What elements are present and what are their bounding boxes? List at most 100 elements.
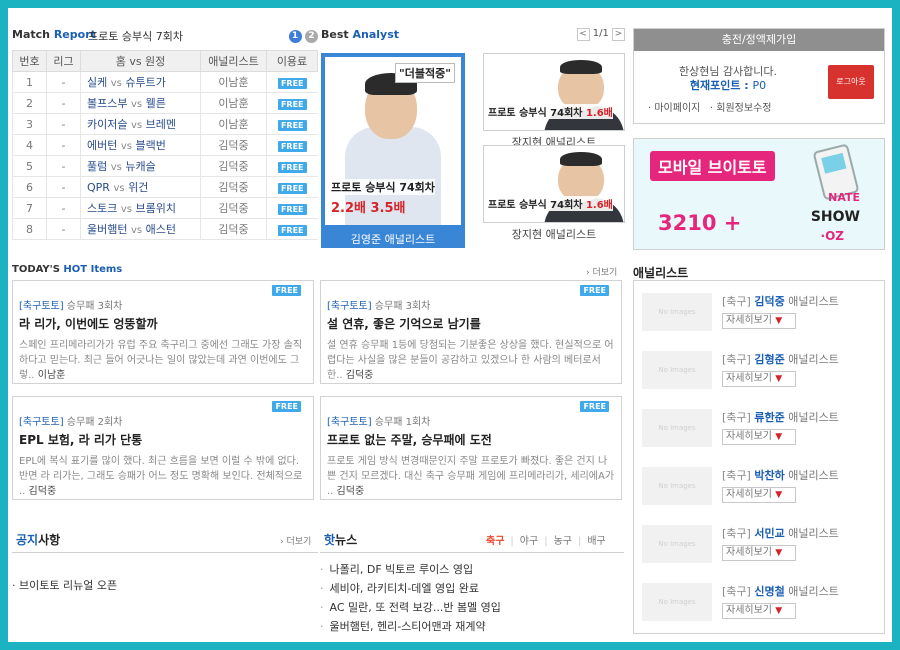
match-row[interactable]: 1- 실케 vs 슈투트가 이남훈 FREE xyxy=(12,71,318,93)
analyst-list-item: No Images [축구] 김덕중 애널리스트 자세히보기 ▼ xyxy=(642,287,884,345)
match-row[interactable]: 6- QPR vs 위건 김덕중 FREE xyxy=(12,176,318,198)
next-button[interactable]: > xyxy=(612,28,625,41)
logout-button[interactable]: 로그아웃 xyxy=(828,65,874,99)
match-report-subtitle: 프로토 승부식 7회차 xyxy=(88,30,183,43)
details-dropdown[interactable]: 자세히보기 ▼ xyxy=(722,429,796,445)
match-row[interactable]: 8- 울버햄턴 vs 애스턴 김덕중 FREE xyxy=(12,218,318,240)
match-report-title: Match Report xyxy=(12,28,96,41)
row-league: - xyxy=(46,176,81,198)
banner-brand-show: SHOW xyxy=(810,209,860,225)
row-match[interactable]: 실케 vs 슈투트가 xyxy=(80,71,201,93)
details-dropdown[interactable]: 자세히보기 ▼ xyxy=(722,313,796,329)
card-headline[interactable]: 프로토 없는 주말, 승무패에 도전 xyxy=(327,431,615,448)
match-row[interactable]: 3- 카이저슬 vs 브레멘 이남훈 FREE xyxy=(12,113,318,135)
analyst-name-link[interactable]: 박찬하 xyxy=(754,469,784,482)
news-item[interactable]: 나폴리, DF 빅토르 루이스 영입 xyxy=(320,561,501,580)
chevron-down-icon: ▼ xyxy=(775,374,783,384)
row-match[interactable]: 울버햄턴 vs 애스턴 xyxy=(80,218,201,240)
analyst-name-link[interactable]: 김형준 xyxy=(754,353,784,366)
row-number: 8 xyxy=(12,218,47,240)
row-match[interactable]: 풀럼 vs 뉴캐슬 xyxy=(80,155,201,177)
col-league: 리그 xyxy=(46,50,81,72)
details-dropdown[interactable]: 자세히보기 ▼ xyxy=(722,545,796,561)
row-match[interactable]: 볼프스부 vs 웰른 xyxy=(80,92,201,114)
details-dropdown[interactable]: 자세히보기 ▼ xyxy=(722,371,796,387)
analyst-line: [축구] 서민교 애널리스트 xyxy=(722,527,839,540)
analyst-name-link[interactable]: 김덕중 xyxy=(754,295,784,308)
analyst-line: [축구] 신명철 애널리스트 xyxy=(722,585,839,598)
col-fee: 이용료 xyxy=(266,50,318,72)
tab-volleyball[interactable]: 배구 xyxy=(587,536,605,547)
featured-odds: 2.2배 3.5배 xyxy=(331,201,406,216)
hot-item-card[interactable]: FREE [축구토토] 승무패 3회차 설 연휴, 좋은 기억으로 남기를 설 연휴 … xyxy=(320,280,622,384)
analyst-name: 장지현 애널리스트 xyxy=(511,228,597,241)
charge-subscribe-bar[interactable]: 충전/정액제가입 xyxy=(634,29,884,51)
card-headline[interactable]: EPL 보험, 라 리가 단통 xyxy=(19,431,307,448)
prev-button[interactable]: < xyxy=(576,28,590,41)
featured-analyst-card[interactable]: "더블적중" 프로토 승부식 74회차 2.2배 3.5배 김영준 애널리스트 xyxy=(321,53,465,248)
tab-baseball[interactable]: 야구 xyxy=(520,536,538,547)
analyst-list-item: No Images [축구] 류한준 애널리스트 자세히보기 ▼ xyxy=(642,403,884,461)
edit-profile-link[interactable]: · 회원정보수정 xyxy=(710,103,772,114)
hot-item-card[interactable]: FREE [축구토토] 승무패 3회차 라 리가, 이번에도 엉뚱할까 스페인 프리메… xyxy=(12,280,314,384)
row-number: 4 xyxy=(12,134,47,156)
row-league: - xyxy=(46,218,81,240)
free-badge: FREE xyxy=(580,401,609,412)
row-number: 3 xyxy=(12,113,47,135)
analyst-name-link[interactable]: 신명철 xyxy=(754,585,784,598)
mypage-link[interactable]: · 마이페이지 xyxy=(648,103,700,114)
card-headline[interactable]: 라 리가, 이번에도 엉뚱할까 xyxy=(19,315,307,332)
news-item[interactable]: AC 밀란, 또 전력 보강...반 봄멜 영입 xyxy=(320,599,501,618)
row-league: - xyxy=(46,92,81,114)
row-fee: FREE xyxy=(266,134,318,156)
row-match[interactable]: 에버턴 vs 블랙번 xyxy=(80,134,201,156)
row-fee: FREE xyxy=(266,176,318,198)
mobile-vtoto-banner[interactable]: 모바일 브이토토 3210 + NATE SHOW ·OZ xyxy=(633,138,885,250)
row-number: 7 xyxy=(12,197,47,219)
right-column: 충전/정액제가입 한상현님 감사합니다. 현재포인트 : P0 · 마이페이지 … xyxy=(633,28,885,250)
analyst-list-item: No Images [축구] 서민교 애널리스트 자세히보기 ▼ xyxy=(642,519,884,577)
match-row[interactable]: 4- 에버턴 vs 블랙번 김덕중 FREE xyxy=(12,134,318,156)
notice-item[interactable]: · 브이토토 리뉴얼 오픈 xyxy=(12,577,117,593)
row-fee: FREE xyxy=(266,92,318,114)
page-1-button[interactable]: 1 xyxy=(288,30,302,43)
hot-item-card[interactable]: FREE [축구토토] 승무패 1회차 프로토 없는 주말, 승무패에 도전 프로토 … xyxy=(320,396,622,500)
tab-basketball[interactable]: 농구 xyxy=(554,536,572,547)
row-analyst: 김덕중 xyxy=(200,218,267,240)
details-dropdown[interactable]: 자세히보기 ▼ xyxy=(722,487,796,503)
chevron-down-icon: ▼ xyxy=(775,606,783,616)
details-dropdown[interactable]: 자세히보기 ▼ xyxy=(722,603,796,619)
card-headline[interactable]: 설 연휴, 좋은 기억으로 남기를 xyxy=(327,315,615,332)
best-analyst-title: Best Analyst xyxy=(321,28,400,41)
page-2-button[interactable]: 2 xyxy=(305,30,318,43)
hot-items-more-link[interactable]: › 더보기 xyxy=(586,265,617,278)
row-analyst: 김덕중 xyxy=(200,134,267,156)
chevron-down-icon: ▼ xyxy=(775,316,783,326)
analyst-name-link[interactable]: 류한준 xyxy=(754,411,784,424)
match-row[interactable]: 2- 볼프스부 vs 웰른 이남훈 FREE xyxy=(12,92,318,114)
analyst-line: 프로토 승부식 74회차 1.6배 xyxy=(488,104,613,119)
analyst-card[interactable]: 프로토 승부식 74회차 1.6배 장지현 애널리스트 xyxy=(483,53,625,150)
row-match[interactable]: 카이저슬 vs 브레멘 xyxy=(80,113,201,135)
row-analyst: 이남훈 xyxy=(200,92,267,114)
notice-more-link[interactable]: › 더보기 xyxy=(280,534,311,547)
analyst-line: 프로토 승부식 74회차 1.6배 xyxy=(488,196,613,211)
analyst-name-link[interactable]: 서민교 xyxy=(754,527,784,540)
col-number: 번호 xyxy=(12,50,47,72)
hot-item-card[interactable]: FREE [축구토토] 승무패 2회차 EPL 보험, 라 리가 단통 EPL에 복식… xyxy=(12,396,314,500)
featured-analyst-name: 김영준 애널리스트 xyxy=(350,233,436,246)
tab-soccer[interactable]: 축구 xyxy=(486,536,504,547)
analyst-list-item: No Images [축구] 박찬하 애널리스트 자세히보기 ▼ xyxy=(642,461,884,519)
match-row[interactable]: 5- 풀럼 vs 뉴캐슬 김덕중 FREE xyxy=(12,155,318,177)
news-item[interactable]: 세비야, 라키티치-데엘 영입 완료 xyxy=(320,580,501,599)
row-analyst: 김덕중 xyxy=(200,176,267,198)
card-summary: 설 연휴 승무패 1등에 당첨되는 기분좋은 상상을 했다. 현실적으로 어렵다… xyxy=(327,340,614,381)
news-item[interactable]: 울버햄턴, 헨리-스티어맨과 재계약 xyxy=(320,618,501,637)
row-match[interactable]: QPR vs 위건 xyxy=(80,176,201,198)
hot-news-list: 나폴리, DF 빅토르 루이스 영입 세비야, 라키티치-데엘 영입 완료 AC… xyxy=(320,561,501,637)
row-analyst: 김덕중 xyxy=(200,155,267,177)
featured-line: 프로토 승부식 74회차 xyxy=(331,179,435,195)
row-match[interactable]: 스토크 vs 브롬위치 xyxy=(80,197,201,219)
match-row[interactable]: 7- 스토크 vs 브롬위치 김덕중 FREE xyxy=(12,197,318,219)
analyst-card[interactable]: 프로토 승부식 74회차 1.6배 장지현 애널리스트 xyxy=(483,145,625,242)
